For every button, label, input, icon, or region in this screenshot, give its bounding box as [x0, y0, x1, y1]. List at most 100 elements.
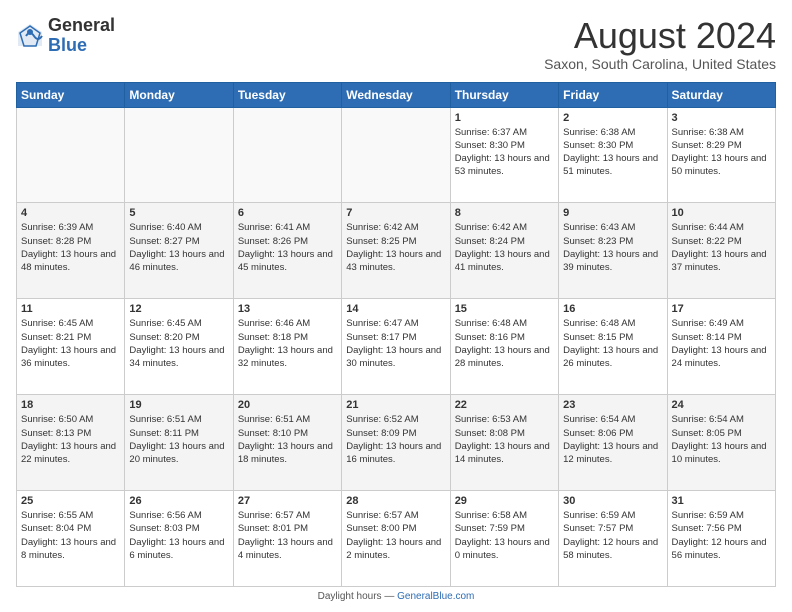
- day-info: Sunrise: 6:50 AM Sunset: 8:13 PM Dayligh…: [21, 413, 120, 466]
- calendar-cell: 9Sunrise: 6:43 AM Sunset: 8:23 PM Daylig…: [559, 203, 667, 299]
- calendar-week-1: 1 Sunrise: 6:37 AM Sunset: 8:30 PM Daylig…: [17, 107, 776, 203]
- day-number: 14: [346, 303, 445, 315]
- calendar-week-3: 11 Sunrise: 6:45 AM Sunset: 8:21 PM Dayli…: [17, 299, 776, 395]
- day-info: Sunrise: 6:41 AM Sunset: 8:26 PM Dayligh…: [238, 221, 337, 274]
- day-number: 1: [455, 112, 554, 124]
- day-info: Sunrise: 6:45 AM Sunset: 8:21 PM Dayligh…: [21, 317, 120, 370]
- footer-link[interactable]: GeneralBlue.com: [397, 591, 474, 602]
- day-info: Sunrise: 6:57 AM Sunset: 8:01 PM Dayligh…: [238, 509, 337, 562]
- day-number: 19: [129, 399, 228, 411]
- day-number: 3: [672, 112, 771, 124]
- day-info: Sunrise: 6:53 AM Sunset: 8:08 PM Dayligh…: [455, 413, 554, 466]
- calendar-cell: 27 Sunrise: 6:57 AM Sunset: 8:01 PM Dayli…: [233, 491, 341, 587]
- calendar-cell: 14 Sunrise: 6:47 AM Sunset: 8:17 PM Dayli…: [342, 299, 450, 395]
- day-info: Sunrise: 6:39 AM Sunset: 8:28 PM Dayligh…: [21, 221, 120, 274]
- day-info: Sunrise: 6:46 AM Sunset: 8:18 PM Dayligh…: [238, 317, 337, 370]
- calendar-week-4: 18 Sunrise: 6:50 AM Sunset: 8:13 PM Dayli…: [17, 395, 776, 491]
- calendar-week-5: 25 Sunrise: 6:55 AM Sunset: 8:04 PM Dayli…: [17, 491, 776, 587]
- day-info: Sunrise: 6:51 AM Sunset: 8:10 PM Dayligh…: [238, 413, 337, 466]
- calendar-header-row: SundayMondayTuesdayWednesdayThursdayFrid…: [17, 82, 776, 107]
- day-number: 7: [346, 207, 445, 219]
- calendar-cell: 20Sunrise: 6:51 AM Sunset: 8:10 PM Dayli…: [233, 395, 341, 491]
- calendar-cell: 24Sunrise: 6:54 AM Sunset: 8:05 PM Dayli…: [667, 395, 775, 491]
- day-info: Sunrise: 6:58 AM Sunset: 7:59 PM Dayligh…: [455, 509, 554, 562]
- calendar-cell: 3 Sunrise: 6:38 AM Sunset: 8:29 PM Daylig…: [667, 107, 775, 203]
- calendar-cell: 1 Sunrise: 6:37 AM Sunset: 8:30 PM Daylig…: [450, 107, 558, 203]
- calendar-header-saturday: Saturday: [667, 82, 775, 107]
- calendar-cell: [342, 107, 450, 203]
- calendar-cell: 29 Sunrise: 6:58 AM Sunset: 7:59 PM Dayli…: [450, 491, 558, 587]
- calendar-header-thursday: Thursday: [450, 82, 558, 107]
- day-info: Sunrise: 6:47 AM Sunset: 8:17 PM Dayligh…: [346, 317, 445, 370]
- logo-blue-text: Blue: [48, 35, 87, 55]
- day-info: Sunrise: 6:59 AM Sunset: 7:56 PM Dayligh…: [672, 509, 771, 562]
- day-info: Sunrise: 6:52 AM Sunset: 8:09 PM Dayligh…: [346, 413, 445, 466]
- day-number: 4: [21, 207, 120, 219]
- day-number: 26: [129, 495, 228, 507]
- calendar-cell: [17, 107, 125, 203]
- day-info: Sunrise: 6:56 AM Sunset: 8:03 PM Dayligh…: [129, 509, 228, 562]
- day-number: 23: [563, 399, 662, 411]
- day-number: 2: [563, 112, 662, 124]
- calendar-cell: 16Sunrise: 6:48 AM Sunset: 8:15 PM Dayli…: [559, 299, 667, 395]
- day-number: 10: [672, 207, 771, 219]
- day-info: Sunrise: 6:55 AM Sunset: 8:04 PM Dayligh…: [21, 509, 120, 562]
- logo-general-text: General: [48, 15, 115, 35]
- day-info: Sunrise: 6:40 AM Sunset: 8:27 PM Dayligh…: [129, 221, 228, 274]
- day-info: Sunrise: 6:51 AM Sunset: 8:11 PM Dayligh…: [129, 413, 228, 466]
- calendar-cell: 17Sunrise: 6:49 AM Sunset: 8:14 PM Dayli…: [667, 299, 775, 395]
- day-info: Sunrise: 6:42 AM Sunset: 8:24 PM Dayligh…: [455, 221, 554, 274]
- calendar-cell: 5 Sunrise: 6:40 AM Sunset: 8:27 PM Daylig…: [125, 203, 233, 299]
- calendar-header-friday: Friday: [559, 82, 667, 107]
- month-title: August 2024: [544, 16, 776, 56]
- calendar-cell: 12 Sunrise: 6:45 AM Sunset: 8:20 PM Dayli…: [125, 299, 233, 395]
- header: General Blue August 2024 Saxon, South Ca…: [16, 16, 776, 72]
- logo-text: General Blue: [48, 16, 115, 56]
- day-number: 30: [563, 495, 662, 507]
- day-number: 8: [455, 207, 554, 219]
- calendar-cell: 13 Sunrise: 6:46 AM Sunset: 8:18 PM Dayli…: [233, 299, 341, 395]
- calendar-week-2: 4 Sunrise: 6:39 AM Sunset: 8:28 PM Daylig…: [17, 203, 776, 299]
- logo-icon: [16, 22, 44, 50]
- day-number: 12: [129, 303, 228, 315]
- calendar-cell: 25 Sunrise: 6:55 AM Sunset: 8:04 PM Dayli…: [17, 491, 125, 587]
- calendar-cell: 26 Sunrise: 6:56 AM Sunset: 8:03 PM Dayli…: [125, 491, 233, 587]
- day-info: Sunrise: 6:57 AM Sunset: 8:00 PM Dayligh…: [346, 509, 445, 562]
- day-info: Sunrise: 6:38 AM Sunset: 8:29 PM Dayligh…: [672, 126, 771, 179]
- day-number: 9: [563, 207, 662, 219]
- day-number: 11: [21, 303, 120, 315]
- day-number: 21: [346, 399, 445, 411]
- day-number: 16: [563, 303, 662, 315]
- calendar-cell: 7Sunrise: 6:42 AM Sunset: 8:25 PM Daylig…: [342, 203, 450, 299]
- calendar-cell: 11 Sunrise: 6:45 AM Sunset: 8:21 PM Dayli…: [17, 299, 125, 395]
- title-block: August 2024 Saxon, South Carolina, Unite…: [544, 16, 776, 72]
- day-number: 29: [455, 495, 554, 507]
- page: General Blue August 2024 Saxon, South Ca…: [0, 0, 792, 612]
- calendar-cell: 8 Sunrise: 6:42 AM Sunset: 8:24 PM Daylig…: [450, 203, 558, 299]
- footer-note: Daylight hours — GeneralBlue.com: [16, 591, 776, 602]
- day-number: 27: [238, 495, 337, 507]
- calendar-header-sunday: Sunday: [17, 82, 125, 107]
- calendar-header-monday: Monday: [125, 82, 233, 107]
- calendar-cell: 30Sunrise: 6:59 AM Sunset: 7:57 PM Dayli…: [559, 491, 667, 587]
- day-info: Sunrise: 6:37 AM Sunset: 8:30 PM Dayligh…: [455, 126, 554, 179]
- location: Saxon, South Carolina, United States: [544, 56, 776, 72]
- calendar-cell: 6 Sunrise: 6:41 AM Sunset: 8:26 PM Daylig…: [233, 203, 341, 299]
- day-number: 5: [129, 207, 228, 219]
- logo: General Blue: [16, 16, 115, 56]
- day-number: 13: [238, 303, 337, 315]
- day-info: Sunrise: 6:45 AM Sunset: 8:20 PM Dayligh…: [129, 317, 228, 370]
- day-number: 6: [238, 207, 337, 219]
- day-number: 22: [455, 399, 554, 411]
- day-number: 31: [672, 495, 771, 507]
- calendar-cell: 10Sunrise: 6:44 AM Sunset: 8:22 PM Dayli…: [667, 203, 775, 299]
- calendar-cell: 15Sunrise: 6:48 AM Sunset: 8:16 PM Dayli…: [450, 299, 558, 395]
- calendar-cell: 23Sunrise: 6:54 AM Sunset: 8:06 PM Dayli…: [559, 395, 667, 491]
- day-number: 25: [21, 495, 120, 507]
- calendar-cell: [125, 107, 233, 203]
- day-info: Sunrise: 6:38 AM Sunset: 8:30 PM Dayligh…: [563, 126, 662, 179]
- footer-text: Daylight hours: [318, 591, 382, 602]
- day-number: 18: [21, 399, 120, 411]
- day-info: Sunrise: 6:54 AM Sunset: 8:05 PM Dayligh…: [672, 413, 771, 466]
- calendar-cell: [233, 107, 341, 203]
